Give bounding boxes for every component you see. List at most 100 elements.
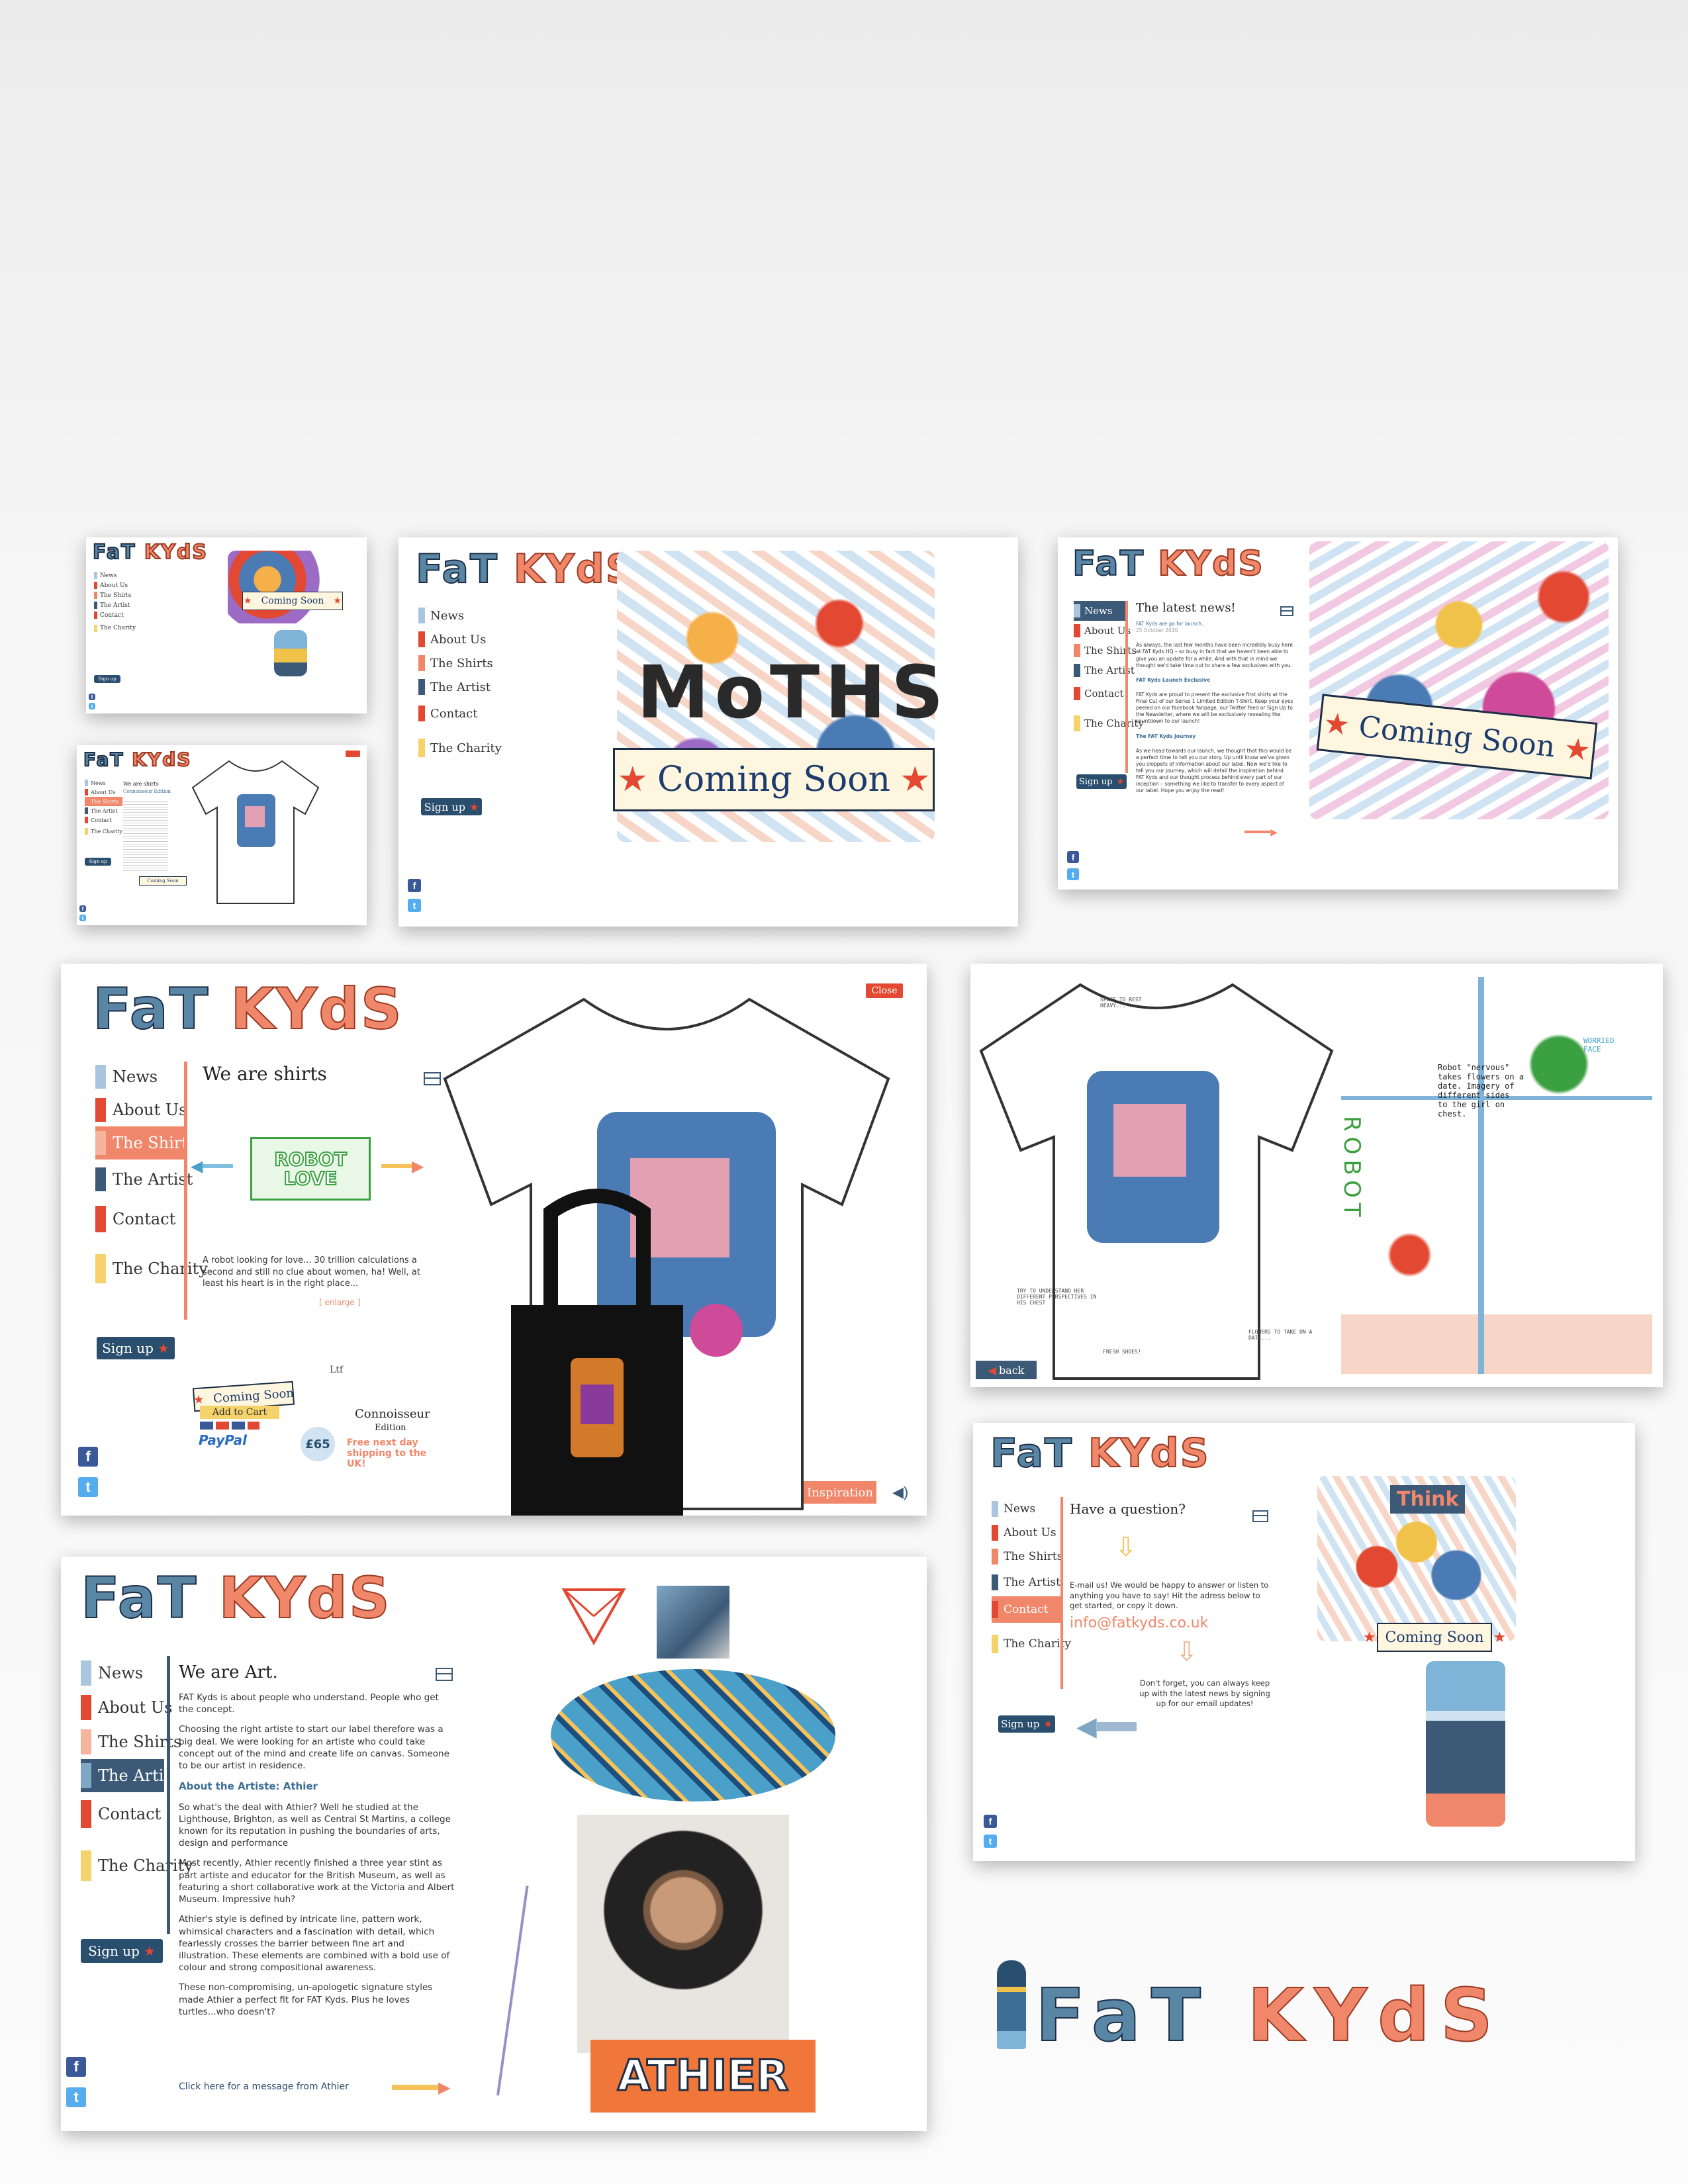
twitter-icon[interactable]: t [79,915,86,921]
nav-contact[interactable]: Contact [95,1199,208,1239]
signup-button[interactable]: Sign up ★ [421,798,482,815]
nav-divider [167,1656,170,1934]
add-to-cart-button[interactable]: Add to Cart [200,1406,279,1419]
paypal-logo[interactable]: PayPal [199,1432,247,1448]
twitter-icon[interactable]: t [89,703,95,709]
speaker-icon[interactable]: ◀) [892,1484,908,1501]
nav-charity[interactable]: The Charity [992,1623,1071,1665]
nav-contact[interactable]: Contact [94,610,136,620]
inspiration-tab[interactable]: Inspiration [804,1481,876,1504]
next-design-arrow[interactable]: ▶ [381,1158,428,1175]
signup-button[interactable]: Sign up [85,858,111,866]
nav-shirts[interactable]: The Shirts [94,590,136,600]
facebook-icon[interactable]: f [89,694,95,700]
site-logo[interactable]: FaT KYdS [80,1569,391,1627]
nav-shirts[interactable]: The Shirts [1074,641,1144,660]
nav-about[interactable]: About Us [85,788,122,797]
twitter-icon[interactable]: t [408,899,421,912]
star-icon: ★ [193,1392,205,1407]
athier-message-arrow[interactable]: ▶ [392,2079,451,2097]
nav-charity[interactable]: The Charity [418,728,502,768]
facebook-icon[interactable]: f [1067,851,1079,863]
mail-icon[interactable] [436,1668,453,1681]
twitter-icon[interactable]: t [1067,868,1079,880]
nav-news[interactable]: News [81,1656,193,1690]
nav-about[interactable]: About Us [95,1093,208,1126]
page-heading: The latest news! [1136,601,1236,615]
site-logo[interactable]: FaT KYdS [92,980,403,1038]
next-arrow[interactable]: ▶ [1244,827,1278,837]
nav-shirts[interactable]: The Shirts [418,651,502,675]
nav-artist[interactable]: The Artist [1074,660,1144,680]
nav-contact[interactable]: Contact [85,815,122,825]
main-nav: News About Us The Shirts The Artist Cont… [1074,601,1144,740]
nav-about[interactable]: About Us [81,1690,193,1725]
email-link[interactable]: info@fatkyds.co.uk [1070,1615,1208,1631]
close-button[interactable] [346,751,360,757]
site-logo[interactable]: FaT KYdS [83,750,191,770]
previous-design-arrow[interactable]: ◀ [191,1158,237,1175]
nav-charity[interactable]: The Charity [95,1239,208,1298]
contact-page: FaT KYdS News About Us The Shirts The Ar… [973,1423,1635,1861]
nav-shirts[interactable]: The Shirts [81,1725,193,1759]
article-title[interactable]: FAT Kyds are go for launch... [1136,621,1206,627]
mail-icon[interactable] [1280,606,1293,616]
limited-label: Ltf [330,1365,344,1375]
nav-artist[interactable]: The Artist [81,1759,178,1792]
site-logo[interactable]: FaT KYdS [92,542,208,563]
main-nav: News About Us The Shirts The Artist Cont… [992,1497,1071,1665]
nav-artist[interactable]: The Artist [418,675,502,699]
signup-button[interactable]: Sign up ★ [81,1939,163,1963]
facebook-icon[interactable]: f [984,1815,997,1828]
nav-news[interactable]: News [94,570,136,580]
down-arrow-icon: ⇩ [1115,1533,1137,1562]
edition-title: Connoisseur Edition [355,1407,430,1433]
athier-message-link[interactable]: Click here for a message from Athier [179,2081,349,2093]
signup-button[interactable]: Sign up ★ [1076,774,1127,789]
nav-about[interactable]: About Us [94,580,136,590]
nav-news[interactable]: News [85,778,122,788]
nav-charity[interactable]: The Charity [85,825,122,838]
signup-button[interactable]: Sign up ★ [97,1337,175,1359]
nav-charity[interactable]: The Charity [1074,707,1144,740]
site-logo[interactable]: FaT KYdS [990,1433,1210,1474]
facebook-icon[interactable]: f [78,1447,98,1467]
site-logo[interactable]: FaT KYdS [1072,546,1264,582]
close-button[interactable]: Close [866,983,903,998]
facebook-icon[interactable]: f [66,2057,86,2077]
coming-soon-banner: Coming Soon [139,876,187,886]
nav-about[interactable]: About Us [992,1521,1071,1545]
nav-contact[interactable]: Contact [992,1596,1060,1623]
nav-contact[interactable]: Contact [1074,680,1144,707]
nav-about[interactable]: About Us [1074,621,1144,641]
signup-button[interactable]: Sign up ★ [998,1715,1055,1733]
nav-contact[interactable]: Contact [81,1792,193,1836]
back-button[interactable]: ◀ back [976,1361,1037,1379]
nav-news[interactable]: News [95,1060,208,1093]
nav-news[interactable]: News [992,1497,1071,1521]
enlarge-link[interactable]: [ enlarge ] [319,1297,360,1308]
twitter-icon[interactable]: t [78,1477,98,1497]
facebook-icon[interactable]: f [408,879,421,892]
nav-shirts[interactable]: The Shirts [85,797,122,806]
nav-shirts[interactable]: The Shirts [992,1545,1071,1569]
mail-icon[interactable] [1252,1510,1268,1522]
nav-artist[interactable]: The Artist [992,1569,1071,1596]
nav-news[interactable]: News [1074,601,1128,621]
twitter-icon[interactable]: t [984,1835,997,1848]
nav-about[interactable]: About Us [418,627,502,651]
nav-charity[interactable]: The Charity [81,1836,193,1895]
twitter-icon[interactable]: t [66,2087,86,2107]
price-badge: £65 [301,1427,335,1461]
signup-button[interactable]: Sign up [94,675,120,683]
site-logo[interactable]: FaT KYdS [415,549,635,590]
nav-contact[interactable]: Contact [418,699,502,728]
edition-title: Connoisseur Edition [123,789,171,794]
robot-love-design[interactable]: ROBOT LOVE [250,1137,371,1201]
nav-news[interactable]: News [418,604,502,627]
nav-artist[interactable]: The Artist [85,806,122,815]
nav-charity[interactable]: The Charity [94,620,136,636]
nav-shirts[interactable]: The Shirts [95,1126,196,1160]
facebook-icon[interactable]: f [79,905,86,912]
nav-artist[interactable]: The Artist [94,600,136,610]
